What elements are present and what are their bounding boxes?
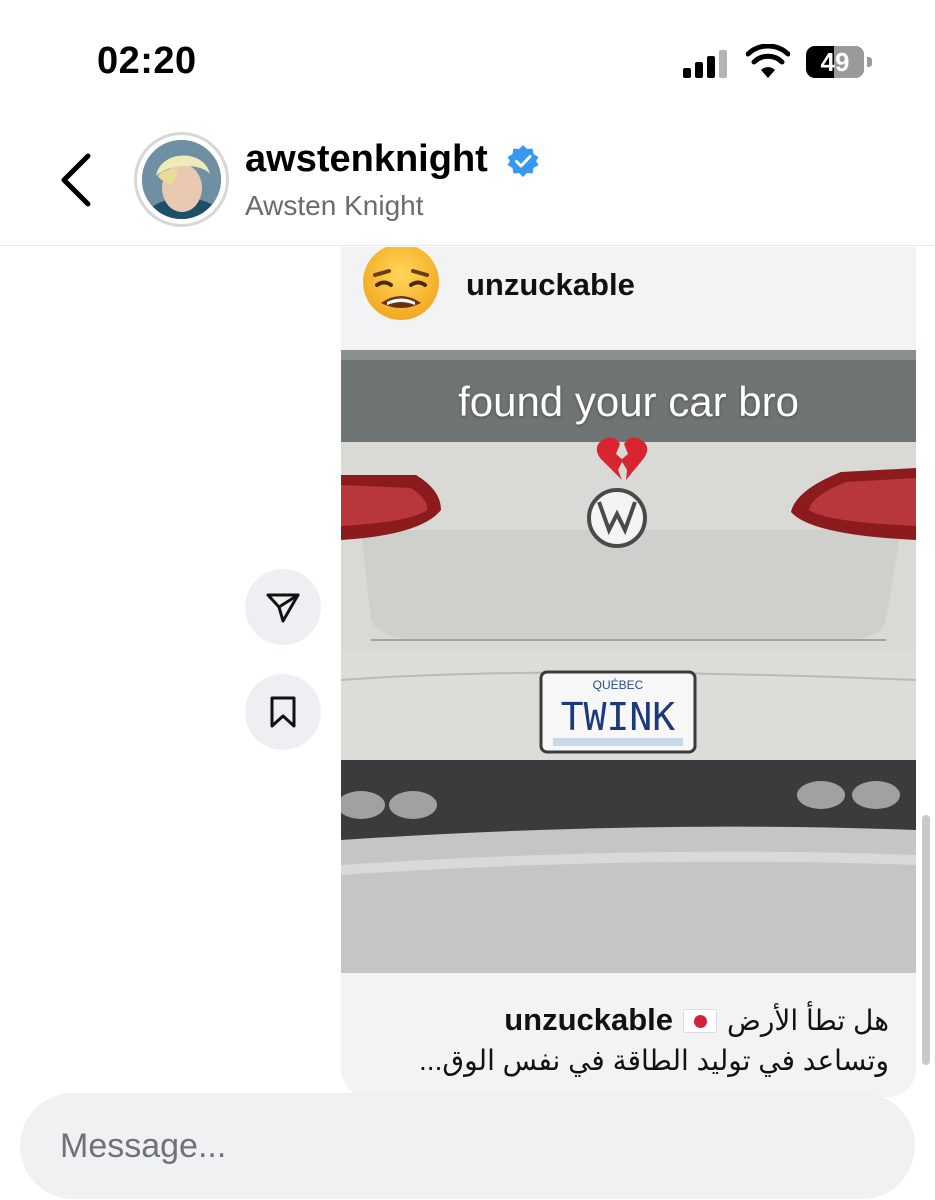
caption-text-line2: وتساعد في توليد الطاقة في نفس الوق... — [419, 1045, 889, 1076]
message-composer — [20, 1093, 915, 1199]
caption-first-line: unzuckable هل تطأ الأرض — [504, 1002, 889, 1038]
wifi-icon — [746, 44, 790, 78]
chevron-left-icon — [61, 153, 91, 207]
caption-username: unzuckable — [504, 1002, 674, 1037]
image-overlay-text: found your car bro — [458, 378, 799, 425]
caption-text-line1: هل تطأ الأرض — [727, 1005, 889, 1036]
status-bar: 02:20 49 — [0, 0, 935, 120]
plate-text: TWINK — [561, 695, 676, 739]
shared-post-card[interactable]: unzuckable QUÉBEC TWINK found your car b… — [341, 247, 916, 1097]
cellular-signal-icon — [683, 50, 727, 78]
header-full-name: Awsten Knight — [245, 190, 424, 221]
bookmark-icon — [270, 696, 296, 728]
shared-post-image[interactable]: QUÉBEC TWINK found your car bro — [341, 350, 916, 973]
save-button[interactable] — [245, 674, 321, 750]
shared-post-author[interactable]: unzuckable — [466, 267, 635, 303]
weary-face-emoji-icon — [363, 247, 439, 320]
header-username[interactable]: awstenknight — [245, 138, 488, 181]
send-icon — [266, 593, 300, 623]
broken-heart-emoji-icon — [596, 437, 648, 480]
message-input[interactable] — [60, 1093, 880, 1199]
avatar-image — [142, 140, 221, 219]
battery-indicator: 49 — [806, 46, 872, 78]
verified-badge-icon — [507, 145, 539, 177]
avatar[interactable] — [134, 132, 229, 227]
plate-region: QUÉBEC — [593, 677, 644, 692]
share-button[interactable] — [245, 569, 321, 645]
japan-flag-icon — [683, 1009, 718, 1033]
status-time: 02:20 — [97, 40, 197, 82]
conversation-header: awstenknight Awsten Knight — [0, 120, 935, 246]
battery-level: 49 — [820, 47, 850, 77]
shared-post-header[interactable]: unzuckable — [341, 247, 916, 350]
chat-scrollbar[interactable] — [922, 815, 930, 1065]
back-button[interactable] — [50, 150, 100, 210]
